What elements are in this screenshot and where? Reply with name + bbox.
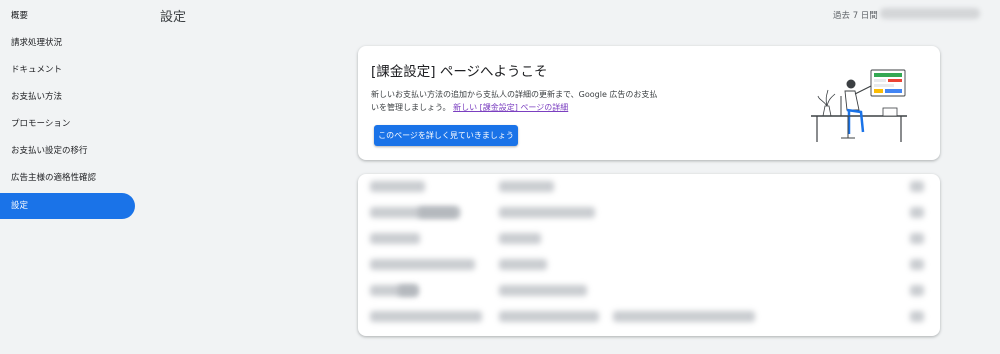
welcome-title: [課金設定] ページへようこそ xyxy=(371,64,548,80)
page-title: 設定 xyxy=(160,10,187,25)
welcome-card: [課金設定] ページへようこそ 新しいお支払い方法の追加から支払人の詳細の更新ま… xyxy=(358,46,940,160)
settings-details-card xyxy=(358,174,940,336)
settings-row xyxy=(358,174,940,200)
date-range-selector[interactable]: 過去 7 日間 xyxy=(833,9,878,21)
settings-row xyxy=(358,278,940,304)
sidebar-item-overview[interactable]: 概要 xyxy=(0,3,125,29)
settings-row xyxy=(358,226,940,252)
sidebar-item-promotions[interactable]: プロモーション xyxy=(0,111,125,137)
sidebar-item-advertiser-verification[interactable]: 広告主様の適格性確認 xyxy=(0,165,125,191)
sidebar-nav: 概要 請求処理状況 ドキュメント お支払い方法 プロモーション お支払い設定の移… xyxy=(0,0,140,354)
settings-row xyxy=(358,200,940,226)
sidebar-item-payment-settings-transfer[interactable]: お支払い設定の移行 xyxy=(0,138,125,164)
welcome-description: 新しいお支払い方法の追加から支払人の詳細の更新まで、Google 広告のお支払い… xyxy=(371,88,661,114)
account-info-redacted xyxy=(880,8,980,19)
sidebar-item-documents[interactable]: ドキュメント xyxy=(0,57,125,83)
sidebar-item-settings[interactable]: 設定 xyxy=(0,193,135,219)
settings-row xyxy=(358,252,940,278)
settings-row xyxy=(358,304,940,330)
learn-more-link[interactable]: 新しい [課金設定] ページの詳細 xyxy=(453,103,568,112)
sidebar-item-payment-methods[interactable]: お支払い方法 xyxy=(0,84,125,110)
explore-page-button[interactable]: このページを詳しく見ていきましょう xyxy=(374,125,518,146)
person-at-desk-illustration xyxy=(811,69,907,142)
sidebar-item-billing-status[interactable]: 請求処理状況 xyxy=(0,30,125,56)
